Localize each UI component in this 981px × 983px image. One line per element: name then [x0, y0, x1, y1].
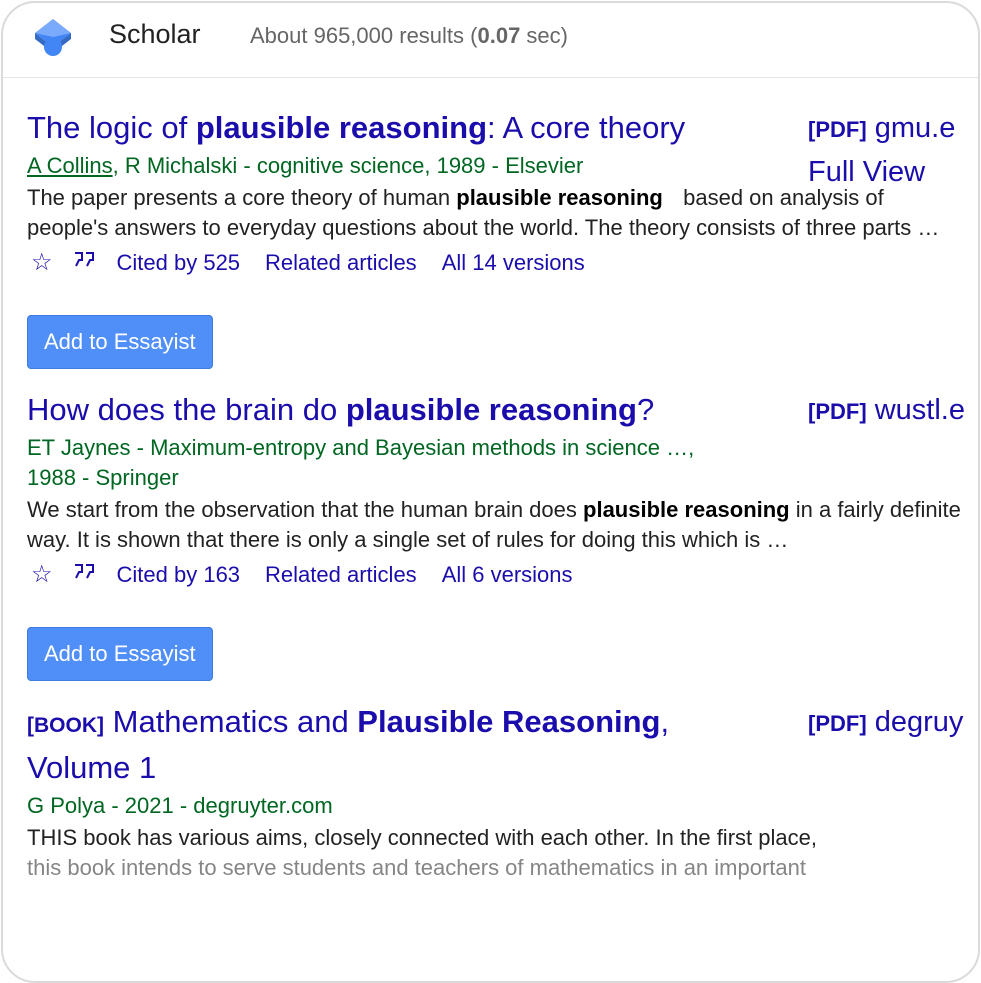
pdf-link[interactable]: [PDF] wustl.e: [808, 389, 978, 433]
stats-time: 0.07: [477, 23, 521, 48]
full-view-link[interactable]: Full View: [808, 151, 978, 193]
title-text: Mathematics and: [112, 704, 358, 739]
related-articles-link[interactable]: Related articles: [265, 559, 417, 591]
scholar-header: Scholar About 965,000 results (0.07 sec): [3, 3, 978, 78]
pdf-source: degruy: [874, 706, 964, 738]
author-link[interactable]: A Collins: [27, 153, 113, 178]
stats-prefix: About 965,000 results (: [250, 23, 478, 48]
result-title-row: [BOOK] Mathematics and Plausible Reasoni…: [27, 701, 977, 789]
snippet-text: The paper presents a core theory of huma…: [27, 185, 457, 210]
pdf-link[interactable]: [PDF] degruy: [808, 701, 978, 745]
results-stats: About 965,000 results (0.07 sec): [250, 23, 568, 49]
result-snippet: THIS book has various aims, closely conn…: [27, 823, 962, 883]
result-snippet: We start from the observation that the h…: [27, 495, 962, 555]
pdf-link[interactable]: [PDF] gmu.e Full View: [808, 107, 978, 193]
related-articles-link[interactable]: Related articles: [265, 247, 417, 279]
result-item: How does the brain do plausible reasonin…: [27, 389, 977, 701]
add-to-essayist-button[interactable]: Add to Essayist: [27, 627, 213, 681]
scholar-logo-icon[interactable]: [33, 17, 73, 57]
save-star-icon[interactable]: ☆: [31, 247, 53, 279]
cited-by-link[interactable]: Cited by 163: [117, 559, 241, 591]
result-actions: ☆ Cited by 163 Related articles All 6 ve…: [27, 559, 977, 591]
all-versions-link[interactable]: All 6 versions: [442, 559, 573, 591]
results-list: The logic of plausible reasoning: A core…: [27, 107, 977, 883]
title-text: : A core theory: [487, 110, 686, 145]
screenshot-frame: Scholar About 965,000 results (0.07 sec)…: [1, 1, 980, 983]
title-text: The logic of: [27, 110, 196, 145]
meta-text: , R Michalski - cognitive science, 1989 …: [112, 153, 584, 178]
title-text: ?: [636, 392, 655, 427]
cite-quote-icon[interactable]: [73, 247, 97, 279]
result-title-row: The logic of plausible reasoning: A core…: [27, 107, 977, 188]
snippet-text: We start from the observation that the h…: [27, 497, 584, 522]
snippet-line: THIS book has various aims, closely conn…: [27, 825, 817, 850]
result-meta: A Collins, R Michalski - cognitive scien…: [27, 151, 747, 181]
result-title-link[interactable]: The logic of plausible reasoning: A core…: [27, 107, 777, 149]
snippet-highlight: plausible reasoning: [456, 185, 663, 210]
snippet-line: this book intends to serve students and …: [27, 855, 806, 880]
result-meta: ET Jaynes - Maximum-entropy and Bayesian…: [27, 435, 695, 490]
result-item: The logic of plausible reasoning: A core…: [27, 107, 977, 389]
pdf-source: gmu.e: [874, 112, 956, 144]
pdf-tag: [PDF]: [808, 117, 867, 142]
title-text: How does the brain do: [27, 392, 346, 427]
cited-by-link[interactable]: Cited by 525: [117, 247, 241, 279]
snippet-lead: The paper presents a core theory of huma…: [27, 183, 677, 213]
pdf-tag: [PDF]: [808, 711, 867, 736]
cite-quote-icon[interactable]: [73, 559, 97, 591]
title-highlight: Plausible Reasoning: [357, 704, 661, 739]
title-highlight: plausible reasoning: [195, 110, 487, 145]
save-star-icon[interactable]: ☆: [31, 559, 53, 591]
result-title-row: How does the brain do plausible reasonin…: [27, 389, 977, 431]
result-actions: ☆ Cited by 525 Related articles All 14 v…: [27, 247, 977, 279]
book-tag: [BOOK]: [27, 714, 104, 737]
snippet-highlight: plausible reasoning: [583, 497, 790, 522]
result-title-link[interactable]: [BOOK] Mathematics and Plausible Reasoni…: [27, 701, 747, 789]
result-meta: G Polya - 2021 - degruyter.com: [27, 793, 333, 818]
all-versions-link[interactable]: All 14 versions: [442, 247, 585, 279]
stats-suffix: sec): [520, 23, 568, 48]
title-highlight: plausible reasoning: [345, 392, 637, 427]
scholar-brand[interactable]: Scholar: [109, 19, 201, 50]
pdf-source: wustl.e: [874, 394, 965, 426]
result-item: [BOOK] Mathematics and Plausible Reasoni…: [27, 701, 977, 883]
add-to-essayist-button[interactable]: Add to Essayist: [27, 315, 213, 369]
pdf-tag: [PDF]: [808, 399, 867, 424]
result-title-link[interactable]: How does the brain do plausible reasonin…: [27, 389, 777, 431]
